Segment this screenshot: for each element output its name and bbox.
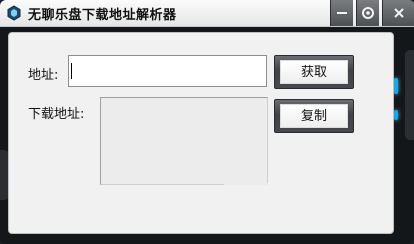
download-address-output[interactable]	[100, 97, 268, 185]
copy-button[interactable]: 复制	[274, 99, 354, 133]
settings-icon	[362, 7, 374, 19]
title-bar[interactable]: 无聊乐盘下载地址解析器	[0, 0, 414, 27]
fetch-button[interactable]: 获取	[274, 55, 354, 89]
settings-button[interactable]	[356, 0, 379, 26]
right-glow-accent	[394, 78, 398, 94]
copy-button-label: 复制	[280, 104, 348, 128]
output-edge-mask	[224, 183, 268, 185]
fetch-button-label: 获取	[280, 60, 348, 84]
minimize-button[interactable]	[330, 0, 353, 26]
text-caret	[71, 63, 72, 79]
right-glow-accent-2	[394, 110, 398, 120]
minimize-icon	[337, 12, 347, 14]
close-icon	[394, 8, 404, 18]
app-icon	[6, 5, 22, 21]
window-title: 无聊乐盘下载地址解析器	[28, 8, 177, 23]
download-address-label: 下载地址:	[28, 107, 85, 122]
close-button[interactable]	[382, 0, 414, 26]
app-window: 无聊乐盘下载地址解析器 地址: 获取 下载地址: 复制	[0, 0, 414, 244]
address-input[interactable]	[68, 55, 267, 87]
address-label: 地址:	[28, 68, 59, 83]
right-frame-edge	[405, 50, 414, 140]
